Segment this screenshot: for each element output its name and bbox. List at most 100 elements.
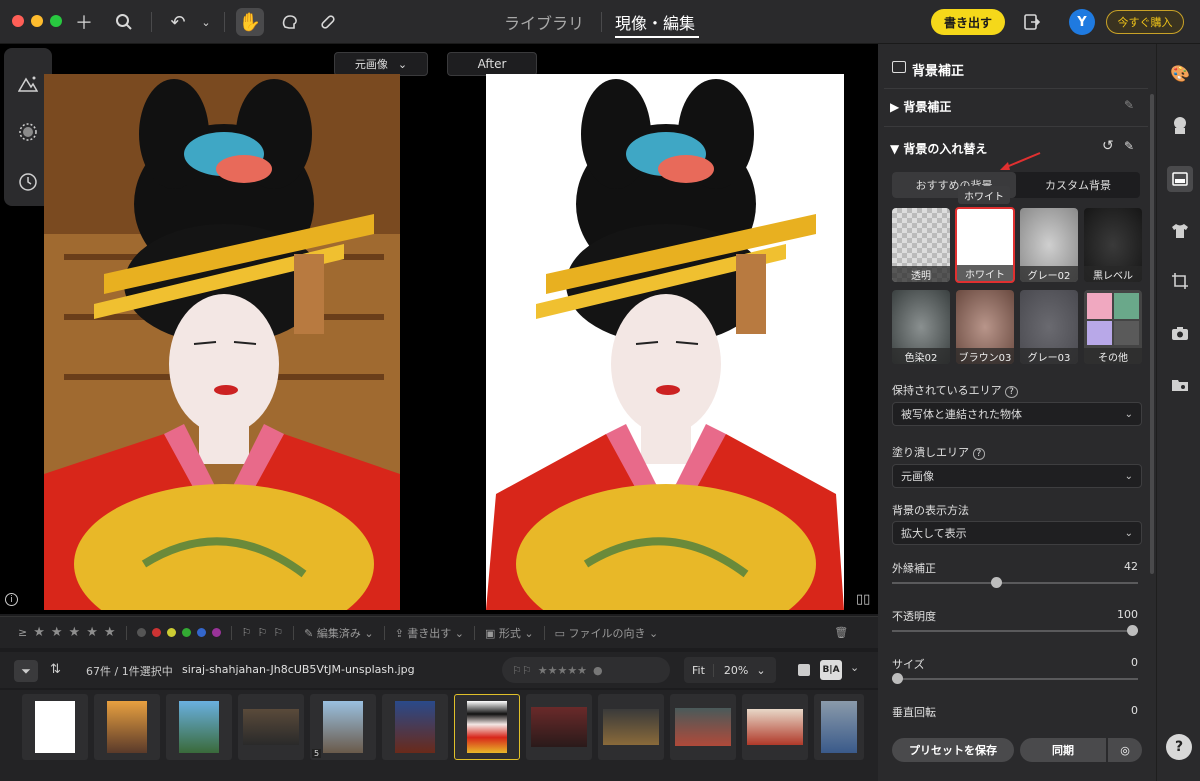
mountain-sparkle-icon[interactable]: [16, 72, 40, 96]
flag-reject-icon[interactable]: ⚐: [273, 626, 283, 639]
export-filter[interactable]: ⇪ 書き出す ⌄: [395, 625, 464, 641]
bandage-icon[interactable]: [314, 8, 342, 36]
nav-tab-develop[interactable]: 現像・編集: [615, 10, 695, 34]
bg-tile-gray02[interactable]: グレー02: [1020, 208, 1078, 282]
keep-area-dropdown[interactable]: 被写体と連結された物体 ⌄: [892, 402, 1142, 426]
size-slider[interactable]: [892, 678, 1138, 680]
single-view-icon[interactable]: [798, 664, 810, 676]
palette-icon[interactable]: 🎨: [1169, 62, 1191, 84]
save-preset-button[interactable]: プリセットを保存: [892, 738, 1014, 762]
user-avatar[interactable]: Y: [1069, 9, 1095, 35]
filmstrip-thumb-selected[interactable]: [454, 694, 520, 760]
image-canvas[interactable]: 元画像 ⌄ After i ▯▯: [0, 44, 878, 614]
star-icon[interactable]: ★: [33, 625, 45, 640]
camera-icon[interactable]: [1169, 322, 1191, 344]
zoom-value[interactable]: 20%: [714, 664, 748, 677]
filmstrip-thumb[interactable]: [166, 694, 232, 760]
opacity-slider-knob[interactable]: [1127, 625, 1138, 636]
size-slider-knob[interactable]: [892, 673, 903, 684]
color-label-none[interactable]: [136, 628, 146, 637]
fill-area-dropdown[interactable]: 元画像 ⌄: [892, 464, 1142, 488]
bg-tile-transparent[interactable]: 透明: [892, 208, 950, 282]
star-icon[interactable]: ★: [86, 625, 98, 640]
zoom-control[interactable]: Fit 20% ⌄: [684, 657, 776, 683]
color-label-red[interactable]: [151, 628, 161, 637]
compare-view-icon[interactable]: ▯▯: [856, 592, 870, 607]
folder-eye-icon[interactable]: [1169, 374, 1191, 396]
format-filter[interactable]: ▣ 形式 ⌄: [485, 625, 534, 641]
bg-tile-black[interactable]: 黒レベル: [1084, 208, 1142, 282]
add-icon[interactable]: ＋: [70, 8, 98, 36]
trash-icon[interactable]: 🗑: [834, 626, 848, 639]
clothing-icon[interactable]: [1169, 220, 1191, 242]
display-method-dropdown[interactable]: 拡大して表示 ⌄: [892, 521, 1142, 545]
orientation-filter[interactable]: ▭ ファイルの向き ⌄: [555, 625, 659, 641]
bg-tile-brown03[interactable]: ブラウン03: [956, 290, 1014, 364]
filmstrip-thumb[interactable]: [598, 694, 664, 760]
filter-funnel-icon[interactable]: ⏷: [14, 660, 38, 682]
chevron-down-icon[interactable]: ⌄: [850, 661, 859, 674]
bg-tile-more[interactable]: その他: [1084, 290, 1142, 364]
bg-tile-white[interactable]: ホワイト: [955, 207, 1015, 283]
filmstrip-thumb[interactable]: [94, 694, 160, 760]
sync-settings-icon[interactable]: ◎: [1108, 738, 1142, 762]
flag-pick-icon[interactable]: ⚐: [257, 626, 267, 639]
portrait-icon[interactable]: [1169, 114, 1191, 136]
bg-tile-dye02[interactable]: 色染02: [892, 290, 950, 364]
section-bg-replace[interactable]: ▼ 背景の入れ替え: [890, 140, 987, 157]
color-label-blue[interactable]: [196, 628, 206, 637]
radial-filter-icon[interactable]: [16, 120, 40, 144]
sync-button[interactable]: 同期: [1020, 738, 1106, 762]
filmstrip-thumb[interactable]: [526, 694, 592, 760]
help-icon[interactable]: ?: [1005, 386, 1018, 398]
fit-button[interactable]: Fit: [684, 663, 714, 677]
edit-icon[interactable]: ✎: [1124, 139, 1134, 153]
panel-scrollbar[interactable]: [1150, 94, 1154, 574]
zoom-window-button[interactable]: [50, 15, 62, 27]
filmstrip-thumb[interactable]: [814, 694, 864, 760]
edited-filter[interactable]: ✎ 編集済み ⌄: [304, 625, 373, 641]
edge-slider-knob[interactable]: [990, 577, 1002, 588]
search-icon[interactable]: [110, 8, 138, 36]
before-after-icon[interactable]: B|A: [820, 660, 842, 680]
edge-slider[interactable]: [892, 582, 1138, 584]
thumbnail-rating-filter[interactable]: ⚐⚐ ★★★★★ ●: [502, 657, 670, 683]
star-icon[interactable]: ★: [69, 625, 81, 640]
edit-disabled-icon[interactable]: ✎: [1124, 98, 1134, 112]
close-window-button[interactable]: [12, 15, 24, 27]
help-button[interactable]: ?: [1166, 734, 1192, 760]
chevron-down-icon[interactable]: ⌄: [192, 8, 220, 36]
star-icon[interactable]: ★: [104, 625, 116, 640]
rating-operator[interactable]: ≥: [18, 626, 27, 639]
before-view-select[interactable]: 元画像 ⌄: [334, 52, 428, 76]
nav-tab-library[interactable]: ライブラリ: [504, 10, 584, 34]
color-label-yellow[interactable]: [166, 628, 176, 637]
tab-custom[interactable]: カスタム背景: [1016, 172, 1140, 198]
flag-icon[interactable]: ⚐: [242, 626, 252, 639]
info-icon[interactable]: i: [5, 593, 18, 606]
color-label-green[interactable]: [181, 628, 191, 637]
reset-icon[interactable]: ↺: [1102, 138, 1114, 154]
help-icon[interactable]: ?: [972, 448, 986, 460]
minimize-window-button[interactable]: [31, 15, 43, 27]
filmstrip-thumb[interactable]: [238, 694, 304, 760]
background-icon[interactable]: [1167, 166, 1193, 192]
color-label-purple[interactable]: [211, 628, 221, 637]
undo-icon[interactable]: ↶: [164, 8, 192, 36]
filmstrip-thumb[interactable]: 5: [310, 694, 376, 760]
crop-icon[interactable]: [1169, 270, 1191, 292]
exit-icon[interactable]: [1018, 8, 1046, 36]
filmstrip-thumb[interactable]: [382, 694, 448, 760]
buy-now-button[interactable]: 今すぐ購入: [1106, 10, 1184, 34]
filmstrip-thumb[interactable]: [742, 694, 808, 760]
star-icon[interactable]: ★: [51, 625, 63, 640]
history-icon[interactable]: [16, 170, 40, 194]
section-bg-correct[interactable]: ▶ 背景補正: [890, 98, 951, 115]
ai-brain-icon[interactable]: [276, 8, 304, 36]
export-button[interactable]: 書き出す: [931, 9, 1005, 35]
bg-tile-gray03[interactable]: グレー03: [1020, 290, 1078, 364]
sort-icon[interactable]: ⇅: [50, 662, 61, 677]
filmstrip-thumb[interactable]: [22, 694, 88, 760]
filmstrip-thumb[interactable]: [670, 694, 736, 760]
hand-tool-icon[interactable]: ✋: [236, 8, 264, 36]
